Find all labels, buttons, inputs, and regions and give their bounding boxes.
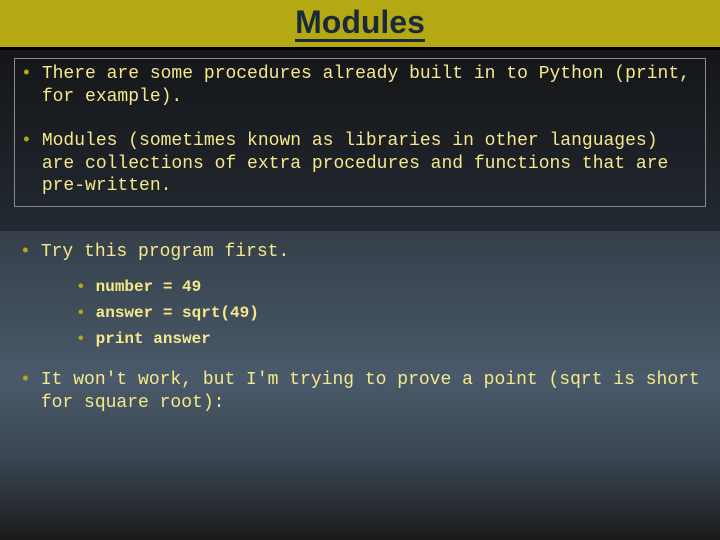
slide-content: • There are some procedures already buil… [0, 50, 720, 446]
bullet-icon: • [21, 130, 32, 198]
bullet-text: Modules (sometimes known as libraries in… [42, 130, 699, 198]
bullet-text: There are some procedures already built … [42, 63, 699, 108]
bullet-icon: • [76, 277, 86, 297]
bullet-item: • It won't work, but I'm trying to prove… [20, 369, 700, 414]
bullet-icon: • [76, 329, 86, 349]
bullet-icon: • [20, 241, 31, 264]
code-text: number = 49 [96, 277, 202, 297]
bullet-text: It won't work, but I'm trying to prove a… [41, 369, 700, 414]
code-line: • print answer [76, 329, 700, 349]
bullet-text: Try this program first. [41, 241, 700, 264]
code-list: • number = 49 • answer = sqrt(49) • prin… [76, 277, 700, 349]
code-line: • answer = sqrt(49) [76, 303, 700, 323]
code-line: • number = 49 [76, 277, 700, 297]
bullet-icon: • [21, 63, 32, 108]
slide-title: Modules [295, 6, 425, 42]
top-section: • There are some procedures already buil… [0, 50, 720, 231]
bullet-icon: • [76, 303, 86, 323]
bullet-icon: • [20, 369, 31, 414]
bullet-item: • There are some procedures already buil… [21, 63, 699, 108]
boxed-group: • There are some procedures already buil… [14, 58, 706, 207]
code-text: answer = sqrt(49) [96, 303, 259, 323]
bullet-item: • Try this program first. [20, 241, 700, 264]
code-text: print answer [96, 329, 211, 349]
bullet-item: • Modules (sometimes known as libraries … [21, 130, 699, 198]
title-bar: Modules [0, 0, 720, 50]
